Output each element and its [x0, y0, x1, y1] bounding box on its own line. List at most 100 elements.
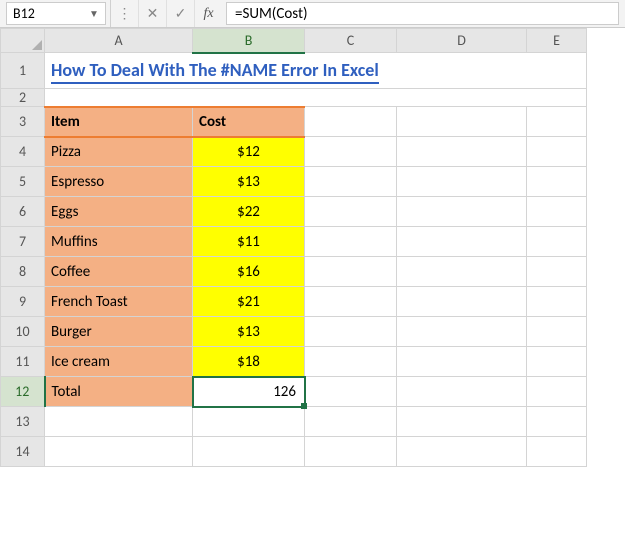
col-header-D[interactable]: D: [397, 29, 527, 53]
cell-D5[interactable]: [397, 167, 527, 197]
name-box[interactable]: B12 ▼: [6, 2, 106, 25]
name-box-dropdown-icon[interactable]: ▼: [87, 7, 101, 21]
cell-E4[interactable]: [527, 137, 587, 167]
cell-C7[interactable]: [305, 227, 397, 257]
cell-D7[interactable]: [397, 227, 527, 257]
cell-E6[interactable]: [527, 197, 587, 227]
cell-E14[interactable]: [527, 437, 587, 467]
row-header-1[interactable]: 1: [1, 53, 45, 89]
cell-D10[interactable]: [397, 317, 527, 347]
confirm-formula-button[interactable]: ✓: [166, 0, 194, 27]
header-cost: Cost: [199, 113, 226, 131]
row-header-6[interactable]: 6: [1, 197, 45, 227]
cell-A6[interactable]: Eggs: [45, 197, 193, 227]
cell-E10[interactable]: [527, 317, 587, 347]
select-all-corner[interactable]: [1, 29, 45, 53]
total-label: Total: [52, 383, 81, 401]
cell-C14[interactable]: [305, 437, 397, 467]
cell-B12[interactable]: 126: [193, 377, 305, 407]
cell-A9[interactable]: French Toast: [45, 287, 193, 317]
cell-E9[interactable]: [527, 287, 587, 317]
row-header-14[interactable]: 14: [1, 437, 45, 467]
cell-C13[interactable]: [305, 407, 397, 437]
cell-D8[interactable]: [397, 257, 527, 287]
cell-B13[interactable]: [193, 407, 305, 437]
cell-B5[interactable]: $13: [193, 167, 305, 197]
check-icon: ✓: [175, 5, 187, 22]
cell-B9[interactable]: $21: [193, 287, 305, 317]
cell-D6[interactable]: [397, 197, 527, 227]
spreadsheet-grid[interactable]: A B C D E 1 How To Deal With The #NAME E…: [0, 28, 625, 467]
cell-D11[interactable]: [397, 347, 527, 377]
cell-A8[interactable]: Coffee: [45, 257, 193, 287]
cell-B7[interactable]: $11: [193, 227, 305, 257]
cell-E3[interactable]: [527, 107, 587, 137]
row-header-4[interactable]: 4: [1, 137, 45, 167]
total-value: 126: [273, 383, 296, 401]
cell-C4[interactable]: [305, 137, 397, 167]
col-header-A[interactable]: A: [45, 29, 193, 53]
cell-B8[interactable]: $16: [193, 257, 305, 287]
cell-A12[interactable]: Total: [45, 377, 193, 407]
cell-A10[interactable]: Burger: [45, 317, 193, 347]
cell-D13[interactable]: [397, 407, 527, 437]
cell-D3[interactable]: [397, 107, 527, 137]
cell-A7[interactable]: Muffins: [45, 227, 193, 257]
cell-E5[interactable]: [527, 167, 587, 197]
cell-C10[interactable]: [305, 317, 397, 347]
formula-text: =SUM(Cost): [235, 5, 308, 23]
cell-C12[interactable]: [305, 377, 397, 407]
cell-E12[interactable]: [527, 377, 587, 407]
cell-D9[interactable]: [397, 287, 527, 317]
cell-E7[interactable]: [527, 227, 587, 257]
row-header-12[interactable]: 12: [1, 377, 45, 407]
cell-D4[interactable]: [397, 137, 527, 167]
cell-E13[interactable]: [527, 407, 587, 437]
cell-C8[interactable]: [305, 257, 397, 287]
col-header-B[interactable]: B: [193, 29, 305, 53]
cell-A5[interactable]: Espresso: [45, 167, 193, 197]
cell-C9[interactable]: [305, 287, 397, 317]
row-header-3[interactable]: 3: [1, 107, 45, 137]
name-box-value: B12: [13, 5, 35, 22]
row-header-2[interactable]: 2: [1, 89, 45, 107]
row-header-10[interactable]: 10: [1, 317, 45, 347]
cell-A2[interactable]: [45, 89, 587, 107]
cell-B3[interactable]: Cost: [193, 107, 305, 137]
cancel-icon: ✕: [147, 5, 159, 22]
row-header-11[interactable]: 11: [1, 347, 45, 377]
row-header-8[interactable]: 8: [1, 257, 45, 287]
cell-C11[interactable]: [305, 347, 397, 377]
row-header-9[interactable]: 9: [1, 287, 45, 317]
cell-E8[interactable]: [527, 257, 587, 287]
cell-C6[interactable]: [305, 197, 397, 227]
cell-B6[interactable]: $22: [193, 197, 305, 227]
page-title: How To Deal With The #NAME Error In Exce…: [51, 59, 379, 84]
fx-button[interactable]: fx: [194, 0, 222, 27]
cell-E11[interactable]: [527, 347, 587, 377]
fill-handle[interactable]: [301, 403, 307, 409]
cell-A14[interactable]: [45, 437, 193, 467]
row-header-5[interactable]: 5: [1, 167, 45, 197]
cancel-formula-button[interactable]: ✕: [138, 0, 166, 27]
row-header-13[interactable]: 13: [1, 407, 45, 437]
cell-B14[interactable]: [193, 437, 305, 467]
cell-D12[interactable]: [397, 377, 527, 407]
cell-D14[interactable]: [397, 437, 527, 467]
cell-C3[interactable]: [305, 107, 397, 137]
cell-B10[interactable]: $13: [193, 317, 305, 347]
cell-A4[interactable]: Pizza: [45, 137, 193, 167]
row-header-7[interactable]: 7: [1, 227, 45, 257]
cell-A13[interactable]: [45, 407, 193, 437]
cell-A1[interactable]: How To Deal With The #NAME Error In Exce…: [45, 53, 587, 89]
col-header-C[interactable]: C: [305, 29, 397, 53]
excel-window: B12 ▼ ⋮ ✕ ✓ fx =SUM(Cost) A B C D E: [0, 0, 625, 539]
cell-A3[interactable]: Item: [45, 107, 193, 137]
col-header-E[interactable]: E: [527, 29, 587, 53]
cell-A11[interactable]: Ice cream: [45, 347, 193, 377]
cell-B11[interactable]: $18: [193, 347, 305, 377]
cell-C5[interactable]: [305, 167, 397, 197]
fx-icon: fx: [199, 6, 217, 22]
cell-B4[interactable]: $12: [193, 137, 305, 167]
formula-input[interactable]: =SUM(Cost): [226, 2, 619, 25]
